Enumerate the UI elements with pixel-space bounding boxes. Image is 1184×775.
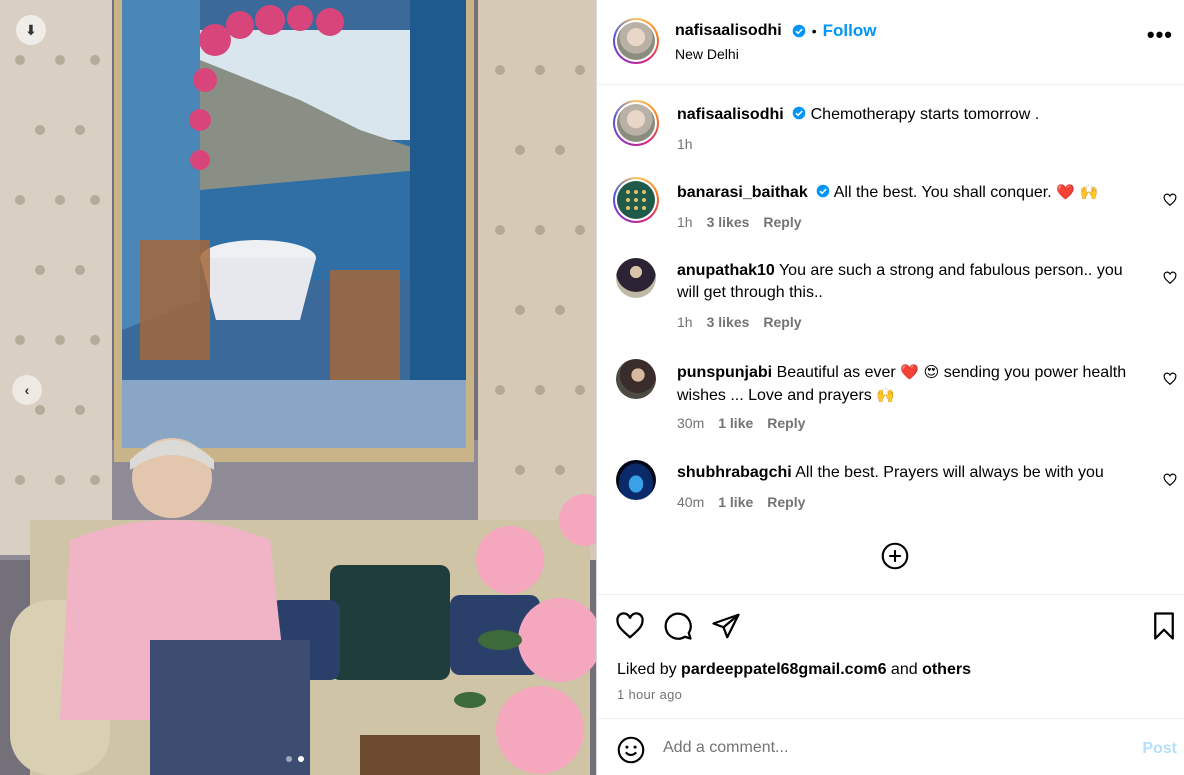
comment-time[interactable]: 1h [677,314,693,330]
comment-emoji: ❤️ 🙌 [1056,183,1099,201]
comment-likes[interactable]: 1 like [718,415,753,431]
carousel-dot-active [298,756,304,762]
caption-text: Chemotherapy starts tomorrow . [810,106,1040,123]
comment-body: shubhrabagchi All the best. Prayers will… [677,462,1147,484]
heart-icon[interactable] [615,611,645,641]
heart-icon[interactable] [1163,473,1177,487]
post-media[interactable]: ⬇ ‹ [0,0,596,775]
author-username[interactable]: nafisaalisodhi [675,22,782,40]
comment-username[interactable]: punspunjabi [677,364,772,381]
caption-time[interactable]: 1h [677,136,693,152]
comment-time[interactable]: 40m [677,494,704,510]
verified-badge-icon [792,24,806,38]
comment-text-start: Beautiful as ever [776,364,896,381]
reply-button[interactable]: Reply [763,214,801,230]
comment-likes[interactable]: 3 likes [707,314,750,330]
verified-badge-icon [792,106,806,120]
liked-by-others[interactable]: others [922,661,971,678]
caption-username[interactable]: nafisaalisodhi [677,106,784,123]
comment-avatar[interactable] [616,359,656,399]
paper-plane-icon[interactable] [711,611,741,641]
comment-username[interactable]: banarasi_baithak [677,184,808,201]
caption-avatar[interactable] [613,100,659,146]
comment-avatar[interactable] [616,258,656,298]
download-icon[interactable]: ⬇ [16,15,46,45]
post-photo [0,0,596,775]
comment-emoji: ❤️ 😍 [900,363,940,381]
comment-meta: 40m 1 like Reply [677,494,805,510]
author-avatar[interactable] [613,18,659,64]
heart-icon[interactable] [1163,372,1177,386]
carousel-indicator [286,756,304,762]
comment-username[interactable]: shubhrabagchi [677,464,792,481]
comment-likes[interactable]: 3 likes [707,214,750,230]
comment-bubble-icon[interactable] [663,611,693,641]
comment-text: All the best. Prayers will always be wit… [795,464,1104,481]
reply-button[interactable]: Reply [763,314,801,330]
comment-input[interactable] [663,733,1123,763]
bookmark-icon[interactable] [1149,611,1179,641]
header-separator: • [811,23,817,39]
comment-time[interactable]: 30m [677,415,704,431]
follow-button[interactable]: Follow [823,21,877,41]
post-actions: Liked by pardeeppatel68gmail.com6 and ot… [597,594,1184,718]
comment-meta: 30m 1 like Reply [677,415,805,431]
comment-username[interactable]: anupathak10 [677,262,775,279]
heart-icon[interactable] [1163,193,1177,207]
comment-body: punspunjabi Beautiful as ever ❤️ 😍 sendi… [677,361,1147,407]
more-options-icon[interactable]: ••• [1147,24,1173,46]
post-timestamp[interactable]: 1 hour ago [617,687,682,702]
comment-meta: 1h 3 likes Reply [677,214,802,230]
likes-and: and [890,661,918,678]
comment-text: All the best. You shall conquer. [833,184,1052,201]
instagram-post-view: ⬇ ‹ nafisaalisodhi • Follow New Delhi ••… [0,0,1184,775]
comment-emoji: 🙌 [876,386,895,404]
comment-meta: 1h 3 likes Reply [677,314,802,330]
comment-likes[interactable]: 1 like [718,494,753,510]
previous-slide-button[interactable]: ‹ [12,375,42,405]
likes-summary: Liked by pardeeppatel68gmail.com6 and ot… [617,661,971,679]
liked-by-user[interactable]: pardeeppatel68gmail.com6 [681,661,886,678]
post-header: nafisaalisodhi • Follow New Delhi ••• [597,0,1184,85]
reply-button[interactable]: Reply [767,494,805,510]
post-location[interactable]: New Delhi [675,46,739,62]
heart-icon[interactable] [1163,271,1177,285]
verified-badge-icon [816,184,830,198]
post-details-panel: nafisaalisodhi • Follow New Delhi ••• na… [596,0,1184,775]
comment-avatar[interactable] [616,460,656,500]
reply-button[interactable]: Reply [767,415,805,431]
caption-text-block: nafisaalisodhi Chemotherapy starts tomor… [677,104,1147,126]
smiley-icon[interactable] [617,736,645,764]
comment-body: anupathak10 You are such a strong and fa… [677,260,1147,304]
carousel-dot [286,756,292,762]
comment-avatar[interactable] [613,177,659,223]
comment-composer: Post [597,718,1184,775]
comment-time[interactable]: 1h [677,214,693,230]
likes-prefix: Liked by [617,661,677,678]
comment-body: banarasi_baithak All the best. You shall… [677,181,1147,204]
plus-circle-icon[interactable] [881,542,909,570]
pattern-icon [626,190,646,210]
post-comment-button[interactable]: Post [1142,740,1177,758]
caption-meta: 1h [677,136,693,152]
